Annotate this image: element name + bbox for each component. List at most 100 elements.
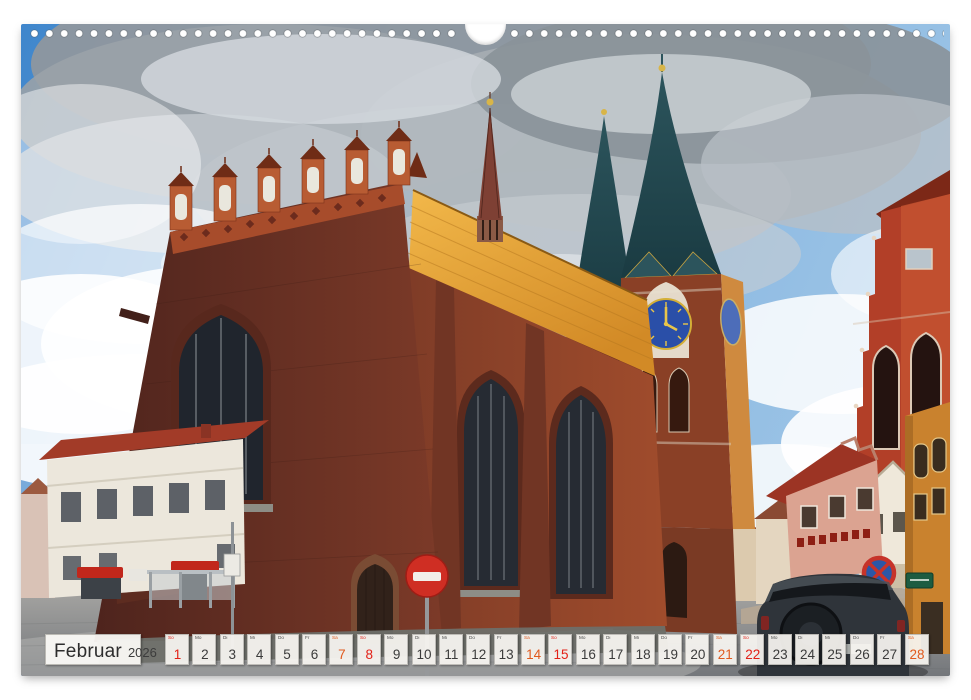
day-cell: Sa 28: [905, 634, 929, 665]
weekday-abbrev: Do: [469, 636, 475, 641]
weekday-abbrev: Mi: [634, 636, 639, 641]
weekday-abbrev: So: [168, 636, 174, 641]
weekday-abbrev: Fr: [305, 636, 309, 641]
weekday-abbrev: Di: [415, 636, 419, 641]
day-number: 7: [330, 648, 352, 662]
day-cell: Mi 18: [631, 634, 655, 665]
calendar-page: Februar 2026 So 1 Mo 2 Di: [0, 0, 971, 700]
weekday-abbrev: Sa: [524, 636, 530, 641]
weekday-abbrev: Fr: [497, 636, 501, 641]
day-cell: Di 17: [603, 634, 627, 665]
day-number: 14: [522, 648, 544, 662]
day-cell: Mo 2: [192, 634, 216, 665]
month-name: Februar: [54, 642, 122, 661]
day-cell: Di 24: [795, 634, 819, 665]
day-cell: Do 12: [466, 634, 490, 665]
spire-finial-ball: [659, 65, 666, 72]
day-number: 5: [276, 648, 298, 662]
day-cell: Di 3: [220, 634, 244, 665]
day-cell: Do 19: [658, 634, 682, 665]
orange-corner-building: [905, 402, 950, 654]
weekday-abbrev: Mo: [387, 636, 394, 641]
day-cell: Mo 23: [768, 634, 792, 665]
day-cell: Mi 4: [247, 634, 271, 665]
weekday-abbrev: Sa: [716, 636, 722, 641]
day-number: 4: [248, 648, 270, 662]
weekday-abbrev: Sa: [332, 636, 338, 641]
weekday-abbrev: Di: [798, 636, 802, 641]
day-cell: Sa 14: [521, 634, 545, 665]
weekday-abbrev: Di: [606, 636, 610, 641]
day-number: 8: [358, 648, 380, 662]
day-cell: Do 5: [275, 634, 299, 665]
church-scene-illustration: [21, 24, 950, 676]
green-shop-sign: [906, 573, 933, 588]
day-cell: So 22: [740, 634, 764, 665]
weekday-abbrev: Do: [661, 636, 667, 641]
binding-holes-icon: [507, 29, 944, 38]
day-cell: Fr 20: [685, 634, 709, 665]
weekday-abbrev: Do: [853, 636, 859, 641]
day-number: 27: [878, 648, 900, 662]
day-cell: Do 26: [850, 634, 874, 665]
day-cell: Mi 11: [439, 634, 463, 665]
day-number: 15: [549, 648, 571, 662]
day-cell: Fr 27: [877, 634, 901, 665]
day-number: 16: [577, 648, 599, 662]
month-label-cell: Februar 2026: [45, 634, 141, 665]
day-number: 11: [440, 648, 462, 662]
day-cell: So 8: [357, 634, 381, 665]
day-number: 19: [659, 648, 681, 662]
weekday-abbrev: So: [551, 636, 557, 641]
day-number: 18: [632, 648, 654, 662]
weekday-abbrev: Fr: [688, 636, 692, 641]
weekday-abbrev: Sa: [908, 636, 914, 641]
day-number: 24: [796, 648, 818, 662]
day-number: 9: [385, 648, 407, 662]
weekday-abbrev: Do: [278, 636, 284, 641]
day-number: 1: [166, 648, 188, 662]
weekday-abbrev: Mo: [195, 636, 202, 641]
day-number: 13: [495, 648, 517, 662]
day-number: 20: [686, 648, 708, 662]
day-number: 26: [851, 648, 873, 662]
day-number: 3: [221, 648, 243, 662]
day-number: 2: [193, 648, 215, 662]
calendar-photo: Februar 2026 So 1 Mo 2 Di: [21, 24, 950, 676]
weekday-abbrev: So: [360, 636, 366, 641]
day-number: 23: [769, 648, 791, 662]
day-cell: Di 10: [412, 634, 436, 665]
weekday-abbrev: Mi: [442, 636, 447, 641]
nave-window: [549, 386, 613, 599]
day-cell: So 1: [165, 634, 189, 665]
nave-window: [455, 370, 527, 597]
weekday-abbrev: So: [743, 636, 749, 641]
weekday-abbrev: Mo: [771, 636, 778, 641]
binding-holes-icon: [27, 29, 459, 38]
day-number: 22: [741, 648, 763, 662]
day-cell: Mi 25: [822, 634, 846, 665]
day-cell: Sa 7: [329, 634, 353, 665]
day-number: 10: [413, 648, 435, 662]
weekday-abbrev: Di: [223, 636, 227, 641]
day-number: 6: [303, 648, 325, 662]
day-cell: Mo 9: [384, 634, 408, 665]
day-cell: So 15: [548, 634, 572, 665]
day-cell: Mo 16: [576, 634, 600, 665]
calendar-strip: Februar 2026 So 1 Mo 2 Di: [21, 634, 950, 666]
day-cell: Fr 6: [302, 634, 326, 665]
weekday-abbrev: Mi: [250, 636, 255, 641]
day-number: 21: [714, 648, 736, 662]
weekday-abbrev: Mo: [579, 636, 586, 641]
day-number: 17: [604, 648, 626, 662]
day-cell: Fr 13: [494, 634, 518, 665]
day-number: 25: [823, 648, 845, 662]
red-shop-sign: [77, 567, 123, 578]
day-strip: So 1 Mo 2 Di 3 Mi 4: [165, 634, 929, 665]
weekday-abbrev: Mi: [825, 636, 830, 641]
day-cell: Sa 21: [713, 634, 737, 665]
day-number: 12: [467, 648, 489, 662]
weekday-abbrev: Fr: [880, 636, 884, 641]
year-label: 2026: [128, 646, 157, 659]
day-number: 28: [906, 648, 928, 662]
